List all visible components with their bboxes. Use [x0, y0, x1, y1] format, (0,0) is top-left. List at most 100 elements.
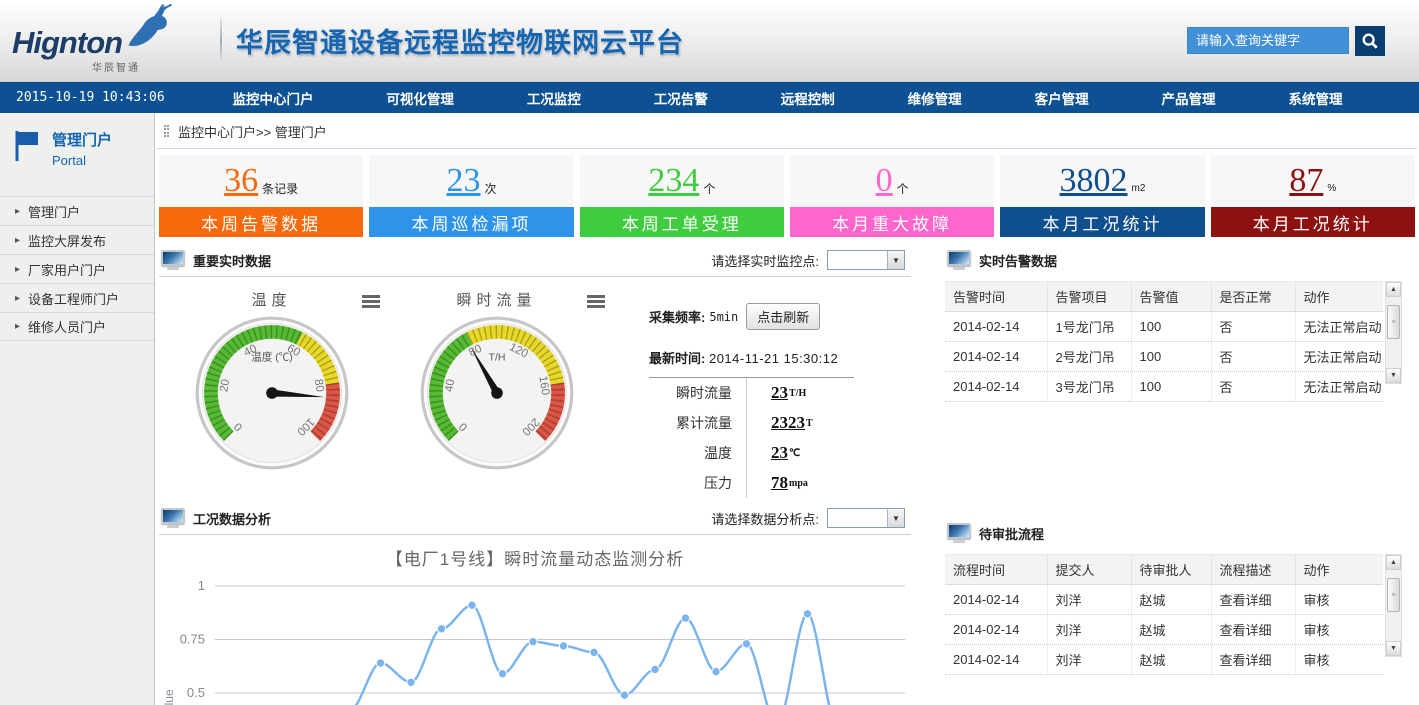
alarms-table-scrollbar[interactable]: ▲ ≡ ▼ — [1385, 281, 1402, 384]
freq-value: 5min — [709, 310, 738, 324]
header-divider — [220, 17, 222, 65]
sidebar-item-maintenance-staff[interactable]: ▸ 维修人员门户 — [0, 312, 154, 341]
nav-item-monitor-center[interactable]: 监控中心门户 — [232, 88, 313, 108]
audit-link[interactable]: 审核 — [1295, 645, 1383, 675]
sidebar-menu: ▸ 管理门户 ▸ 监控大屏发布 ▸ 厂家用户门户 ▸ 设备工程师门户 ▸ 维修人… — [0, 196, 154, 341]
arrow-right-icon: ▸ — [15, 293, 20, 304]
stat-unit: 个 — [897, 180, 909, 197]
stat-card-weekly-inspection-misses[interactable]: 23次 本周巡检漏项 — [369, 155, 573, 237]
flow-gauge-chart: 0 40 80 120 160 200 T/H — [418, 314, 576, 472]
sidebar-item-label: 监控大屏发布 — [28, 231, 106, 250]
temperature-gauge: 温度 0 20 40 60 — [159, 281, 384, 503]
section-title: 待审批流程 — [979, 524, 1044, 543]
flow-chart-title: 【电厂1号线】瞬时流量动态监测分析 — [159, 545, 911, 570]
portal-title: 管理门户 — [52, 129, 112, 150]
monitor-point-select[interactable]: ▼ — [827, 250, 905, 270]
reading-row: 累计流量 2323T — [649, 408, 854, 438]
nav-item-visualization[interactable]: 可视化管理 — [386, 88, 454, 108]
nav-item-customer[interactable]: 客户管理 — [1035, 88, 1089, 108]
gauge-title: 瞬时流量 — [384, 289, 609, 310]
arrow-right-icon: ▸ — [15, 264, 20, 275]
sidebar-item-big-screen[interactable]: ▸ 监控大屏发布 — [0, 225, 154, 254]
stat-card-monthly-major-faults[interactable]: 0个 本月重大故障 — [790, 155, 994, 237]
stat-label: 本周巡检漏项 — [369, 207, 573, 237]
sidebar-item-factory-user[interactable]: ▸ 厂家用户门户 — [0, 254, 154, 283]
approvals-table-scrollbar[interactable]: ▲ ≡ ▼ — [1385, 554, 1402, 657]
latest-time-label: 最新时间: — [649, 351, 705, 366]
stat-card-weekly-alarms[interactable]: 36条记录 本周告警数据 — [159, 155, 363, 237]
gauge-area: 温度 0 20 40 60 — [159, 277, 911, 503]
sidebar-item-label: 管理门户 — [28, 202, 80, 221]
table-row: 2014-02-14 刘洋 赵城 查看详细 审核 — [945, 645, 1383, 675]
alarms-table: 告警时间 告警项目 告警值 是否正常 动作 2014-02-14 1号龙门吊 1… — [945, 281, 1383, 402]
sidebar: 管理门户 Portal ▸ 管理门户 ▸ 监控大屏发布 ▸ 厂家用户门户 ▸ 设… — [0, 113, 155, 705]
sidebar-item-device-engineer[interactable]: ▸ 设备工程师门户 — [0, 283, 154, 312]
portal-header: 管理门户 Portal — [0, 113, 154, 168]
reading-value: 2323 — [771, 413, 805, 433]
svg-text:40: 40 — [443, 378, 457, 393]
svg-text:温度 (℃): 温度 (℃) — [251, 350, 292, 363]
stat-unit: % — [1327, 183, 1336, 194]
navbar-timestamp: 2015-10-19 10:43:06 — [0, 90, 196, 105]
stat-unit: 条记录 — [262, 180, 298, 197]
stat-card-monthly-condition-percent[interactable]: 87% 本月工况统计 — [1211, 155, 1415, 237]
audit-link[interactable]: 审核 — [1295, 615, 1383, 645]
main-navbar: 2015-10-19 10:43:06 监控中心门户 可视化管理 工况监控 工况… — [0, 82, 1419, 113]
chart-menu-icon[interactable] — [587, 295, 605, 298]
monitor-icon — [161, 250, 185, 270]
table-row: 2014-02-14 3号龙门吊 100 否 无法正常启动 — [945, 372, 1383, 402]
search-button[interactable] — [1355, 26, 1385, 56]
stat-card-monthly-condition-area[interactable]: 3802m2 本月工况统计 — [1000, 155, 1204, 237]
alarms-section-header: 实时告警数据 — [945, 247, 1403, 276]
scrollbar-thumb[interactable]: ≡ — [1387, 578, 1400, 612]
nav-item-condition-monitor[interactable]: 工况监控 — [527, 88, 581, 108]
flag-icon — [14, 129, 40, 163]
scroll-up-icon[interactable]: ▲ — [1386, 555, 1401, 570]
chart-menu-icon[interactable] — [362, 295, 380, 298]
reading-unit: mpa — [789, 478, 808, 489]
nav-item-system[interactable]: 系统管理 — [1288, 88, 1342, 108]
table-header-row: 告警时间 告警项目 告警值 是否正常 动作 — [945, 282, 1383, 312]
logo-subtext: 华辰智通 — [92, 59, 140, 74]
monitor-point-select-label: 请选择实时监控点: — [711, 251, 819, 270]
search-input[interactable] — [1187, 27, 1349, 54]
nav-items: 监控中心门户 可视化管理 工况监控 工况告警 远程控制 维修管理 客户管理 产品… — [196, 88, 1419, 108]
flow-line-chart: 00.250.50.751value — [159, 570, 911, 705]
stat-unit: 次 — [484, 180, 496, 197]
stat-label: 本周工单受理 — [580, 207, 784, 237]
stat-card-weekly-work-orders[interactable]: 234个 本周工单受理 — [580, 155, 784, 237]
view-detail-link[interactable]: 查看详细 — [1211, 615, 1295, 645]
nav-item-condition-alarm[interactable]: 工况告警 — [654, 88, 708, 108]
arrow-right-icon: ▸ — [15, 206, 20, 217]
gauge-title: 温度 — [159, 289, 384, 310]
view-detail-link[interactable]: 查看详细 — [1211, 645, 1295, 675]
scroll-down-icon[interactable]: ▼ — [1386, 641, 1401, 656]
refresh-button[interactable]: 点击刷新 — [746, 303, 820, 330]
scroll-down-icon[interactable]: ▼ — [1386, 368, 1401, 383]
reading-unit: T — [806, 418, 813, 429]
audit-link[interactable]: 审核 — [1295, 585, 1383, 615]
search-icon — [1361, 32, 1379, 50]
deer-logo-icon — [122, 1, 174, 57]
sidebar-item-label: 厂家用户门户 — [28, 260, 106, 279]
svg-text:value: value — [162, 689, 176, 705]
analysis-point-select[interactable]: ▼ — [827, 508, 905, 528]
readings-table: 瞬时流量 23T/H 累计流量 2323T 温度 23℃ — [649, 377, 854, 498]
breadcrumb-text: 监控中心门户>> 管理门户 — [178, 122, 327, 141]
latest-time-value: 2014-11-21 15:30:12 — [709, 351, 838, 366]
scroll-up-icon[interactable]: ▲ — [1386, 282, 1401, 297]
approvals-table: 流程时间 提交人 待审批人 流程描述 动作 2014-02-14 刘洋 赵城 查… — [945, 554, 1383, 675]
scrollbar-thumb[interactable]: ≡ — [1387, 305, 1400, 339]
reading-value: 78 — [771, 473, 788, 493]
nav-item-product[interactable]: 产品管理 — [1162, 88, 1216, 108]
view-detail-link[interactable]: 查看详细 — [1211, 585, 1295, 615]
reading-row: 瞬时流量 23T/H — [649, 378, 854, 408]
page-title: 华辰智通设备远程监控物联网云平台 — [236, 21, 684, 60]
arrow-right-icon: ▸ — [15, 235, 20, 246]
breadcrumb: 监控中心门户>> 管理门户 — [155, 118, 1419, 144]
table-row: 2014-02-14 1号龙门吊 100 否 无法正常启动 — [945, 312, 1383, 342]
nav-item-maintenance[interactable]: 维修管理 — [908, 88, 962, 108]
reading-unit: ℃ — [789, 448, 800, 459]
sidebar-item-admin-portal[interactable]: ▸ 管理门户 — [0, 196, 154, 225]
nav-item-remote-control[interactable]: 远程控制 — [781, 88, 835, 108]
